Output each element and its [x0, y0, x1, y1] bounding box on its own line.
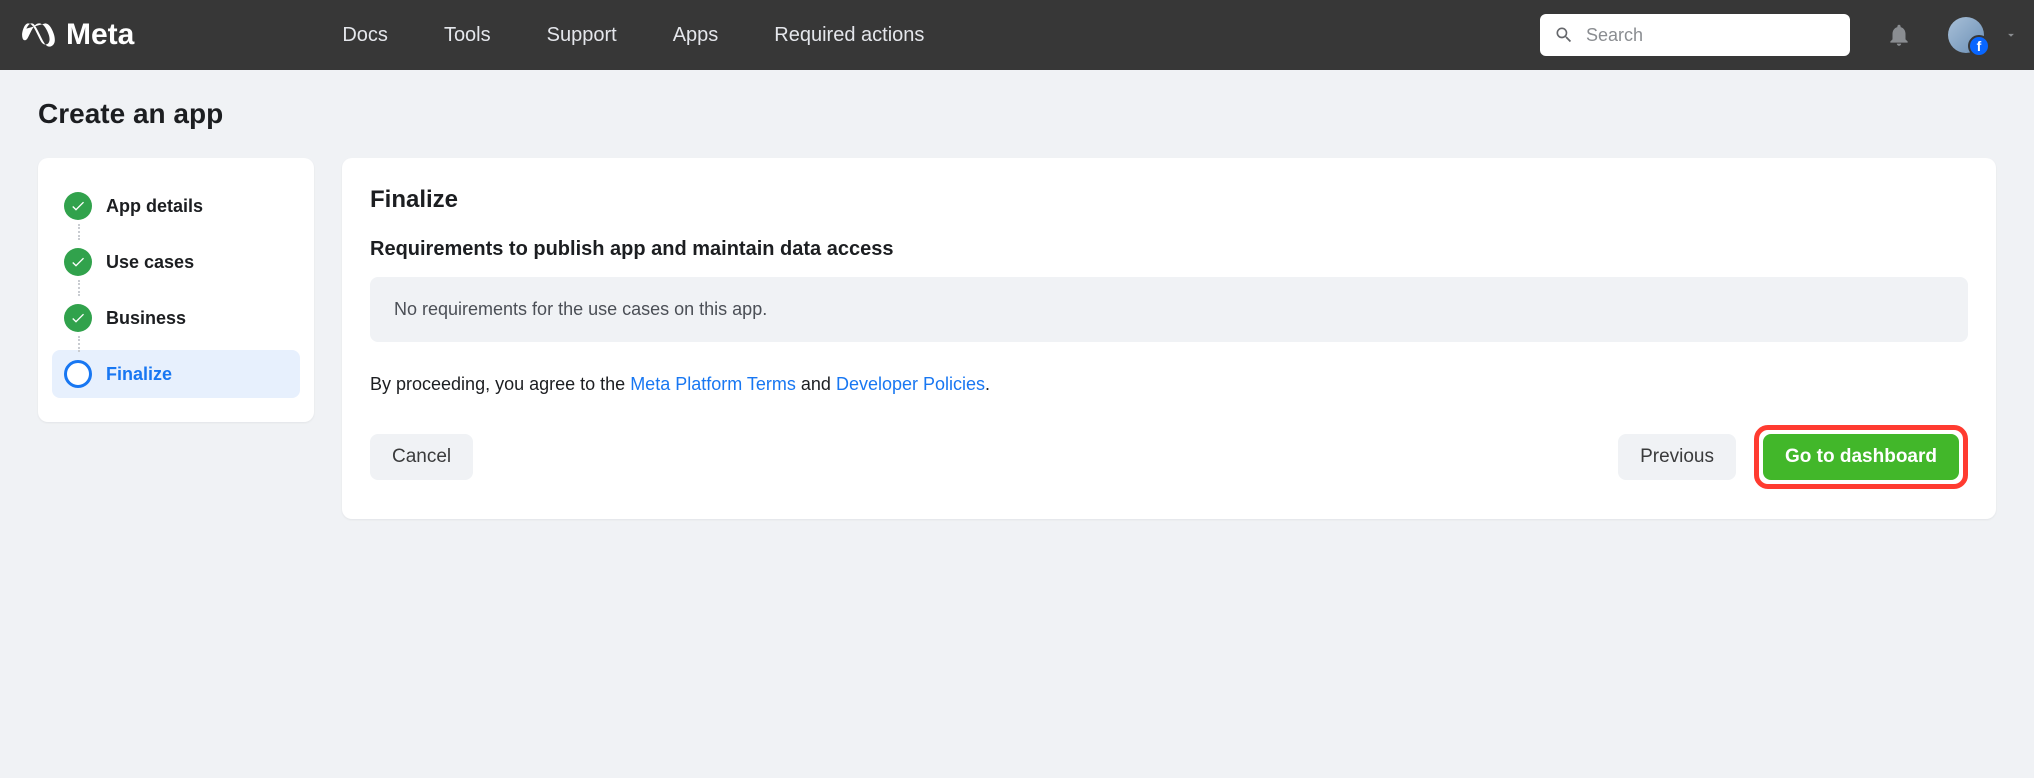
meta-logo-icon — [20, 16, 58, 54]
check-icon — [64, 192, 92, 220]
step-business[interactable]: Business — [52, 294, 300, 342]
circle-icon — [64, 360, 92, 388]
search-icon — [1554, 25, 1574, 45]
chevron-down-icon[interactable] — [2004, 28, 2018, 42]
meta-logo[interactable]: Meta — [20, 16, 134, 54]
nav-apps[interactable]: Apps — [673, 24, 719, 47]
nav-support[interactable]: Support — [547, 24, 617, 47]
nav-tools[interactable]: Tools — [444, 24, 491, 47]
check-icon — [64, 304, 92, 332]
requirements-info: No requirements for the use cases on thi… — [370, 277, 1968, 342]
account-menu[interactable]: f — [1948, 17, 1984, 53]
platform-terms-link[interactable]: Meta Platform Terms — [630, 374, 796, 394]
step-label: Finalize — [106, 364, 172, 385]
cancel-button[interactable]: Cancel — [370, 434, 473, 480]
step-label: App details — [106, 196, 203, 217]
top-nav: Meta Docs Tools Support Apps Required ac… — [0, 0, 2034, 70]
check-icon — [64, 248, 92, 276]
developer-policies-link[interactable]: Developer Policies — [836, 374, 985, 394]
step-app-details[interactable]: App details — [52, 182, 300, 230]
nav-required-actions[interactable]: Required actions — [774, 24, 924, 47]
brand-text: Meta — [66, 18, 134, 52]
primary-nav: Docs Tools Support Apps Required actions — [342, 24, 924, 47]
action-row: Cancel Previous Go to dashboard — [370, 425, 1968, 489]
go-to-dashboard-button[interactable]: Go to dashboard — [1763, 434, 1959, 480]
search-input[interactable] — [1586, 25, 1836, 46]
step-use-cases[interactable]: Use cases — [52, 238, 300, 286]
panel-heading: Finalize — [370, 186, 1968, 214]
step-finalize[interactable]: Finalize — [52, 350, 300, 398]
main-panel: Finalize Requirements to publish app and… — [342, 158, 1996, 519]
page-title: Create an app — [38, 98, 1996, 130]
step-label: Business — [106, 308, 186, 329]
panel-subheading: Requirements to publish app and maintain… — [370, 238, 1968, 261]
primary-highlight: Go to dashboard — [1754, 425, 1968, 489]
search-box[interactable] — [1540, 14, 1850, 56]
step-label: Use cases — [106, 252, 194, 273]
facebook-badge-icon: f — [1968, 35, 1990, 57]
agree-text: By proceeding, you agree to the Meta Pla… — [370, 374, 1968, 395]
notifications-icon[interactable] — [1886, 22, 1912, 48]
nav-docs[interactable]: Docs — [342, 24, 388, 47]
steps-sidebar: App details Use cases Business Finalize — [38, 158, 314, 422]
previous-button[interactable]: Previous — [1618, 434, 1736, 480]
